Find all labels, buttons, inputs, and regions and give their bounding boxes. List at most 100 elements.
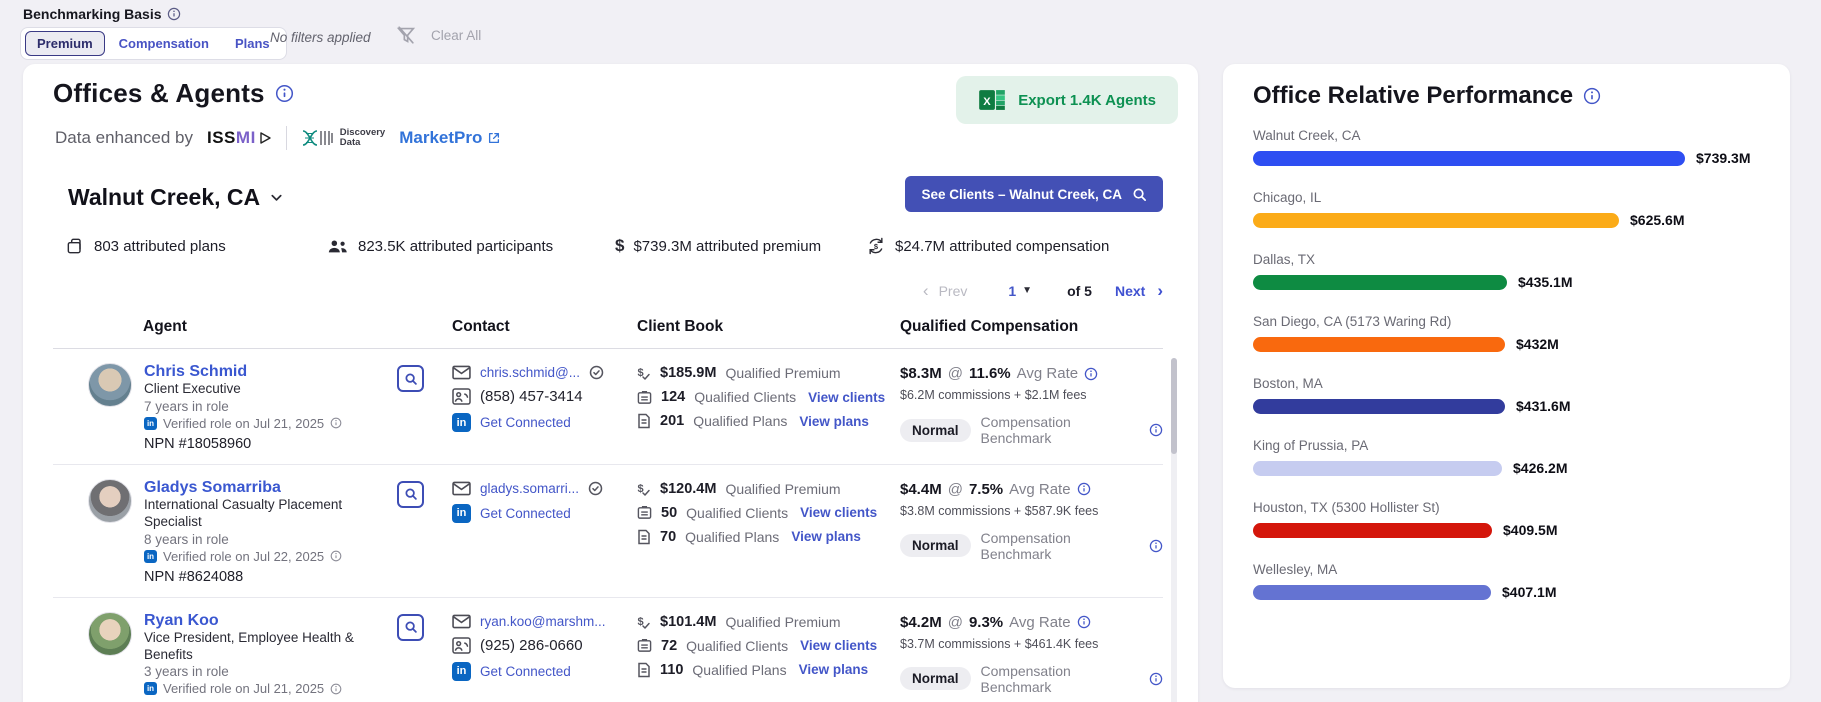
bar-value-label: $739.3M (1696, 150, 1750, 166)
linkedin-icon: in (452, 662, 471, 681)
pagination-prev[interactable]: ‹Prev (923, 282, 967, 299)
preview-agent-button[interactable] (397, 365, 424, 392)
contact-cell: ryan.koo@marshm... (925) 286-0660 in Get … (452, 612, 637, 697)
avatar[interactable] (88, 363, 132, 407)
avatar[interactable] (88, 612, 132, 656)
participants-icon (327, 236, 349, 256)
table-scrollbar[interactable] (1171, 358, 1177, 702)
qualified-clients-label: Qualified Clients (694, 389, 796, 405)
agent-tenure: 3 years in role (144, 664, 354, 679)
marketpro-link[interactable]: MarketPro (399, 128, 501, 148)
qualified-premium-value: $101.4M (660, 614, 716, 630)
agent-cell: Gladys Somarriba International Casualty … (53, 479, 452, 585)
agent-name-link[interactable]: Gladys Somarriba (144, 479, 354, 497)
view-plans-link[interactable]: View plans (799, 662, 869, 677)
bar-fill[interactable] (1253, 151, 1685, 166)
clear-all-label[interactable]: Clear All (431, 28, 481, 43)
agent-email-link[interactable]: ryan.koo@marshm... (480, 614, 606, 629)
bar-fill[interactable] (1253, 585, 1491, 600)
see-clients-button[interactable]: See Clients – Walnut Creek, CA (905, 176, 1163, 212)
view-plans-link[interactable]: View plans (799, 414, 869, 429)
at-symbol: @ (948, 614, 963, 631)
agent-name-link[interactable]: Chris Schmid (144, 363, 342, 381)
avg-rate-value: 11.6% (969, 365, 1011, 382)
column-header-qualified-compensation: Qualified Compensation (900, 318, 1163, 336)
benchmarking-basis-tabs: Premium Compensation Plans (20, 27, 287, 60)
avg-rate-label: Avg Rate (1017, 365, 1078, 382)
avatar[interactable] (88, 479, 132, 523)
export-agents-button[interactable]: X Export 1.4K Agents (956, 76, 1178, 124)
bar-fill[interactable] (1253, 275, 1507, 290)
bar-category-label: Boston, MA (1253, 376, 1760, 391)
info-icon[interactable] (330, 417, 342, 429)
info-icon[interactable] (1084, 367, 1098, 381)
fees-breakdown: $3.8M commissions + $587.9K fees (900, 504, 1163, 518)
scrollbar-thumb[interactable] (1171, 358, 1177, 454)
stat-label: attributed plans (123, 238, 226, 255)
info-icon[interactable] (330, 550, 342, 562)
office-selector[interactable]: Walnut Creek, CA (68, 184, 284, 211)
compensation-cell: $4.4M@7.5%Avg Rate $3.8M commissions + $… (900, 479, 1163, 585)
qualified-clients-value: 72 (661, 638, 677, 654)
phone-contact-icon (452, 637, 471, 654)
svg-text:$: $ (874, 242, 879, 251)
pagination-page-select[interactable]: 1▼ (1008, 283, 1032, 299)
view-plans-link[interactable]: View plans (791, 529, 861, 544)
discovery-data-logo: Discovery Data (301, 128, 385, 148)
bars-list: Walnut Creek, CA$739.3MChicago, IL$625.6… (1253, 128, 1760, 624)
no-filters-text: No filters applied (270, 30, 371, 45)
agent-tenure: 8 years in role (144, 532, 354, 547)
svg-text:X: X (983, 96, 991, 108)
qualified-premium-label: Qualified Premium (725, 614, 840, 630)
id-card-icon (637, 390, 652, 405)
bar-fill[interactable] (1253, 523, 1492, 538)
stat-value: 803 (94, 238, 119, 255)
issmi-logo: ISSMI (207, 128, 272, 148)
bar-category-label: Houston, TX (5300 Hollister St) (1253, 500, 1760, 515)
clear-all-control[interactable]: Clear All (395, 24, 481, 46)
info-icon[interactable] (1077, 615, 1091, 629)
get-connected-link[interactable]: Get Connected (480, 415, 571, 430)
info-icon[interactable] (1149, 539, 1163, 553)
info-icon[interactable] (1149, 672, 1163, 686)
dollar-check-icon: $ (637, 481, 651, 497)
get-connected-link[interactable]: Get Connected (480, 664, 571, 679)
verified-text: Verified role on Jul 21, 2025 (163, 416, 324, 431)
data-enhanced-row: Data enhanced by ISSMI Discovery Data Ma… (55, 126, 501, 150)
pagination-next[interactable]: Next› (1115, 282, 1163, 299)
preview-agent-button[interactable] (397, 481, 424, 508)
view-clients-link[interactable]: View clients (800, 638, 877, 653)
agent-email-link[interactable]: gladys.somarri... (480, 481, 579, 496)
benchmark-label: Compensation Benchmark (981, 663, 1143, 695)
tab-premium[interactable]: Premium (25, 31, 105, 56)
bar-fill[interactable] (1253, 213, 1619, 228)
agent-tenure: 7 years in role (144, 399, 342, 414)
info-icon[interactable] (275, 84, 294, 103)
view-clients-link[interactable]: View clients (800, 505, 877, 520)
tab-compensation[interactable]: Compensation (107, 31, 221, 56)
info-icon[interactable] (1077, 482, 1091, 496)
info-icon[interactable] (330, 683, 342, 695)
email-icon (452, 481, 471, 496)
info-icon[interactable] (1583, 87, 1601, 105)
avg-rate-value: 9.3% (969, 614, 1003, 631)
get-connected-link[interactable]: Get Connected (480, 506, 571, 521)
agent-phone: (925) 286-0660 (480, 637, 583, 654)
info-icon[interactable] (1149, 423, 1163, 437)
benchmark-badge: Normal (900, 667, 971, 690)
benchmark-badge: Normal (900, 419, 971, 442)
performance-title-text: Office Relative Performance (1253, 82, 1573, 110)
agent-email-link[interactable]: chris.schmid@... (480, 365, 580, 380)
see-clients-label: See Clients – Walnut Creek, CA (921, 187, 1122, 202)
bar-row: Boston, MA$431.6M (1253, 376, 1760, 414)
preview-agent-button[interactable] (397, 614, 424, 641)
info-icon[interactable] (167, 7, 181, 21)
qualified-plans-label: Qualified Plans (685, 529, 779, 545)
bar-fill[interactable] (1253, 399, 1505, 414)
qualified-premium-value: $120.4M (660, 481, 716, 497)
view-clients-link[interactable]: View clients (808, 390, 885, 405)
qualified-premium-label: Qualified Premium (725, 365, 840, 381)
bar-fill[interactable] (1253, 461, 1502, 476)
agent-name-link[interactable]: Ryan Koo (144, 612, 354, 630)
bar-fill[interactable] (1253, 337, 1505, 352)
